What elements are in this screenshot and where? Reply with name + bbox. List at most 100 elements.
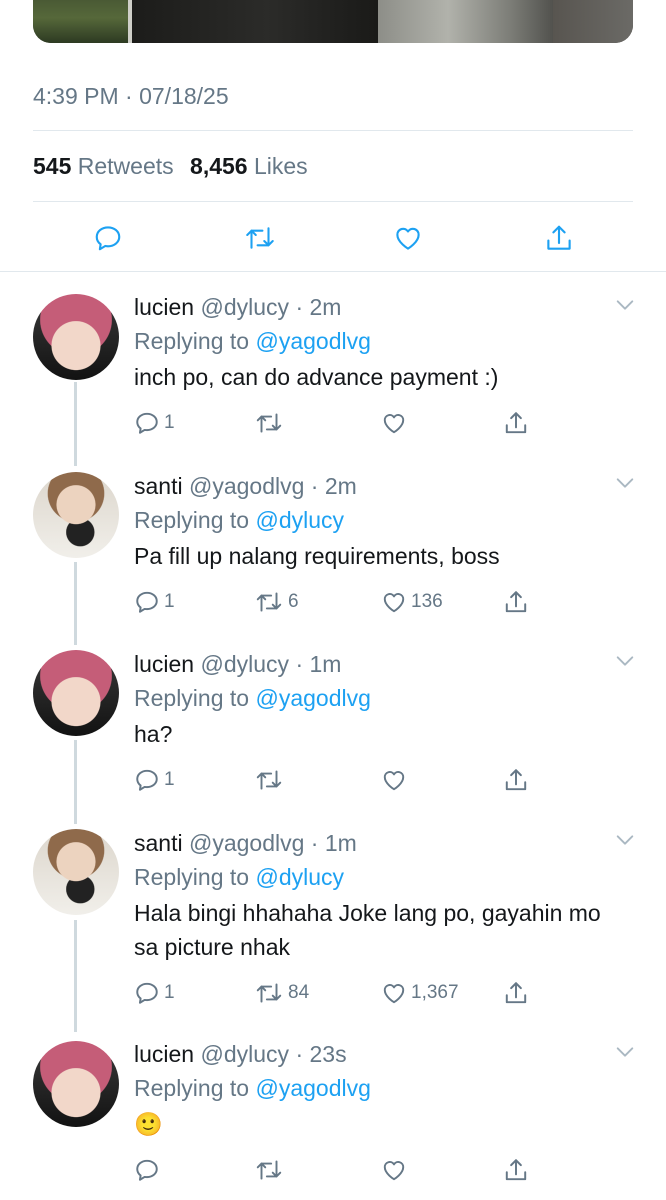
user-handle[interactable]: @dylucy (201, 651, 290, 677)
thread-connector (74, 740, 77, 824)
replying-mention[interactable]: @yagodlvg (255, 685, 370, 711)
chevron-down-icon[interactable] (614, 650, 636, 672)
reply-text: 🙂 (134, 1111, 163, 1137)
chevron-down-icon[interactable] (614, 294, 636, 316)
user-handle[interactable]: @dylucy (201, 294, 290, 320)
reply-text: Pa fill up nalang requirements, boss (134, 543, 500, 569)
reply-icon (136, 769, 158, 791)
reply-icon (136, 1159, 158, 1181)
user-handle[interactable]: @dylucy (201, 1041, 290, 1067)
retweet-button[interactable] (254, 1153, 288, 1187)
share-button[interactable] (503, 763, 529, 797)
share-button[interactable] (503, 1153, 529, 1187)
retweet-button[interactable] (254, 763, 288, 797)
media-segment (132, 0, 378, 43)
retweet-icon (256, 413, 282, 433)
retweet-icon (256, 592, 282, 612)
reply-button[interactable]: 1 (134, 585, 175, 619)
avatar[interactable] (33, 472, 119, 558)
retweet-button[interactable] (254, 406, 288, 440)
reply-button[interactable] (134, 1153, 164, 1187)
thread-connector (74, 382, 77, 466)
display-name[interactable]: santi (134, 830, 183, 856)
like-button[interactable] (381, 763, 411, 797)
reply-action-bar: 1 6 136 (134, 585, 534, 619)
avatar[interactable] (33, 650, 119, 736)
heart-icon (383, 771, 405, 791)
like-button[interactable] (381, 406, 411, 440)
media-segment (33, 0, 128, 43)
heart-icon (383, 593, 405, 613)
retweets-count[interactable]: 545 (33, 153, 71, 179)
reply-time: · 1m (295, 651, 342, 677)
user-handle[interactable]: @yagodlvg (189, 473, 304, 499)
reply-button[interactable]: 1 (134, 763, 175, 797)
reply-time: · 2m (295, 294, 342, 320)
share-icon (505, 769, 527, 791)
retweet-icon[interactable] (240, 218, 280, 258)
media-segment (378, 0, 553, 43)
likes-label[interactable]: Likes (254, 153, 308, 179)
share-icon (505, 1159, 527, 1181)
reply-button[interactable]: 1 (134, 976, 175, 1010)
display-name[interactable]: lucien (134, 1041, 194, 1067)
share-icon[interactable] (539, 218, 579, 258)
replying-mention[interactable]: @dylucy (255, 864, 344, 890)
reply-count: 1 (164, 412, 175, 433)
heart-icon (383, 984, 405, 1004)
likes-count[interactable]: 8,456 (190, 153, 248, 179)
reply-action-bar: 1 84 1,367 (134, 976, 534, 1010)
retweet-button[interactable]: 6 (254, 585, 299, 619)
tweet-stats: 545 Retweets 8,456 Likes (33, 153, 308, 180)
share-button[interactable] (503, 976, 529, 1010)
avatar[interactable] (33, 1041, 119, 1127)
reply-text: inch po, can do advance payment :) (134, 364, 499, 390)
divider (33, 130, 633, 131)
replying-mention[interactable]: @yagodlvg (255, 328, 370, 354)
tweet-media-image[interactable] (33, 0, 633, 43)
replying-prefix: Replying to (134, 1075, 250, 1101)
chevron-down-icon[interactable] (614, 1041, 636, 1063)
like-count: 136 (411, 591, 443, 612)
retweet-button[interactable]: 84 (254, 976, 309, 1010)
media-segment (553, 0, 633, 43)
reply-time: · 1m (310, 830, 357, 856)
like-button[interactable]: 1,367 (381, 976, 459, 1010)
reply-button[interactable]: 1 (134, 406, 175, 440)
like-button[interactable] (381, 1153, 411, 1187)
chevron-down-icon[interactable] (614, 472, 636, 494)
retweet-count: 84 (288, 982, 310, 1003)
chevron-down-icon[interactable] (614, 829, 636, 851)
display-name[interactable]: santi (134, 473, 183, 499)
share-button[interactable] (503, 406, 529, 440)
reply-count: 1 (164, 982, 175, 1003)
like-button[interactable]: 136 (381, 585, 443, 619)
heart-icon (383, 414, 405, 434)
reply-action-bar: 1 (134, 763, 534, 797)
tweet-timestamp: 4:39 PM · 07/18/25 (33, 83, 229, 109)
replying-prefix: Replying to (134, 328, 250, 354)
retweets-label[interactable]: Retweets (78, 153, 174, 179)
display-name[interactable]: lucien (134, 294, 194, 320)
avatar[interactable] (33, 294, 119, 380)
reply-time: · 23s (295, 1041, 347, 1067)
divider (0, 271, 666, 272)
replying-mention[interactable]: @dylucy (255, 507, 344, 533)
tweet-action-bar (0, 218, 666, 258)
user-handle[interactable]: @yagodlvg (189, 830, 304, 856)
reply-text: ha? (134, 721, 173, 747)
heart-icon[interactable] (388, 218, 428, 258)
display-name[interactable]: lucien (134, 651, 194, 677)
retweet-icon (256, 983, 282, 1003)
share-button[interactable] (503, 585, 529, 619)
reply-time: · 2m (310, 473, 357, 499)
reply-action-bar (134, 1153, 534, 1187)
reply-count: 1 (164, 769, 175, 790)
reply-icon (136, 982, 158, 1004)
replying-mention[interactable]: @yagodlvg (255, 1075, 370, 1101)
retweet-count: 6 (288, 591, 299, 612)
retweet-icon (256, 770, 282, 790)
avatar[interactable] (33, 829, 119, 915)
reply-icon (136, 591, 158, 613)
reply-icon[interactable] (88, 218, 128, 258)
